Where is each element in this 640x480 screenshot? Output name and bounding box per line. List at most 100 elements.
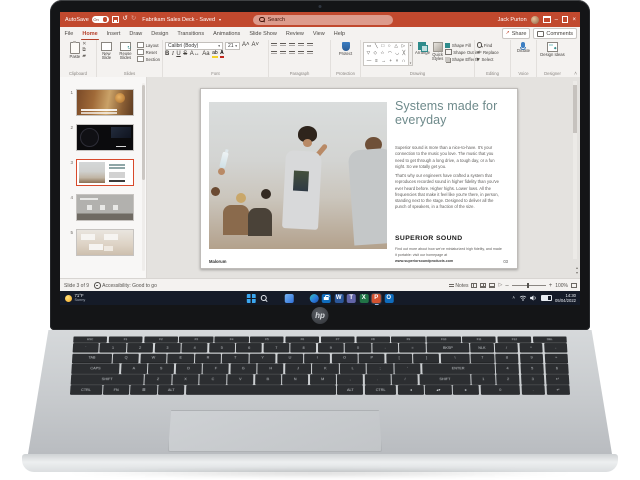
tab-slide-show[interactable]: Slide Show bbox=[245, 27, 282, 40]
edge-icon[interactable] bbox=[309, 294, 318, 303]
copy-icon[interactable]: ⧉ bbox=[82, 48, 86, 53]
decrease-font-icon[interactable]: A˅ bbox=[252, 42, 260, 50]
powerpoint-icon[interactable]: P bbox=[372, 294, 381, 303]
shape-glyph[interactable]: ▷ bbox=[402, 44, 406, 49]
slide-body-paragraph-2[interactable]: That's why our engineers have crafted a … bbox=[395, 173, 503, 211]
store-icon[interactable] bbox=[322, 294, 331, 303]
vertical-scrollbar[interactable] bbox=[573, 81, 577, 259]
start-icon[interactable] bbox=[247, 294, 256, 303]
character-spacing-icon[interactable]: A↔ bbox=[190, 51, 200, 57]
task-view-icon[interactable] bbox=[272, 294, 281, 303]
slide-title[interactable]: Systems made for everyday bbox=[395, 99, 503, 127]
shape-glyph[interactable]: ▭ bbox=[367, 44, 371, 49]
shape-glyph[interactable]: □ bbox=[381, 44, 384, 49]
shape-glyph[interactable]: ◠ bbox=[388, 51, 392, 56]
format-painter-icon[interactable]: ▰ bbox=[82, 54, 86, 59]
shape-glyph[interactable]: ◇ bbox=[374, 51, 378, 56]
zoom-out-button[interactable]: – bbox=[505, 283, 508, 289]
undo-icon[interactable]: ↺ bbox=[122, 16, 127, 23]
tab-insert[interactable]: Insert bbox=[102, 27, 125, 40]
title-chevron-icon[interactable]: ▾ bbox=[219, 17, 221, 22]
italic-button[interactable]: I bbox=[172, 51, 174, 57]
strikethrough-button[interactable]: S bbox=[183, 51, 187, 57]
battery-icon[interactable] bbox=[541, 295, 552, 301]
shape-glyph[interactable]: ≡ bbox=[375, 59, 378, 64]
tab-view[interactable]: View bbox=[308, 27, 329, 40]
arrange-button[interactable]: Arrange bbox=[415, 42, 430, 55]
accessibility-checker[interactable]: Accessibility: Good to go bbox=[94, 282, 157, 289]
prev-next-slide-buttons[interactable]: ▴▾ bbox=[576, 266, 578, 276]
slide-thumbnail-3[interactable] bbox=[76, 159, 134, 186]
slide-thumbnail-5[interactable] bbox=[76, 229, 134, 256]
shape-glyph[interactable]: ▽ bbox=[367, 51, 371, 56]
notes-button[interactable]: Notes bbox=[449, 283, 469, 289]
increase-font-icon[interactable]: A˄ bbox=[242, 42, 250, 50]
shape-glyph[interactable]: ○ bbox=[388, 44, 391, 49]
zoom-slider[interactable] bbox=[512, 285, 546, 286]
file-explorer-icon[interactable] bbox=[297, 294, 306, 303]
decrease-indent-icon[interactable] bbox=[289, 43, 295, 48]
shape-gallery-scrollbar[interactable]: ▴▾ bbox=[409, 42, 413, 66]
shape-glyph[interactable]: × bbox=[396, 59, 399, 64]
cut-icon[interactable]: ✕ bbox=[82, 42, 86, 47]
minimize-button[interactable]: – bbox=[555, 17, 558, 23]
autosave-toggle[interactable]: On bbox=[92, 16, 109, 23]
font-color-button[interactable]: A bbox=[220, 51, 224, 58]
tab-file[interactable]: File bbox=[60, 27, 78, 40]
slideshow-view-icon[interactable]: ▷ bbox=[498, 283, 502, 288]
design-ideas-button[interactable]: Design Ideas bbox=[540, 42, 564, 57]
word-icon[interactable]: W bbox=[334, 294, 343, 303]
layout-button[interactable]: Layout bbox=[137, 42, 160, 49]
slide-body-paragraph-1[interactable]: Superior sound is more than a nice-to-ha… bbox=[395, 145, 503, 170]
search-icon[interactable] bbox=[259, 294, 268, 303]
reuse-slides-button[interactable]: Reuse Slides bbox=[116, 42, 135, 61]
justify-icon[interactable] bbox=[298, 51, 304, 56]
shape-glyph[interactable]: ╲ bbox=[375, 44, 378, 49]
bold-button[interactable]: B bbox=[165, 51, 169, 57]
shape-glyph[interactable]: ◡ bbox=[395, 51, 399, 56]
slide-thumbnail-1[interactable] bbox=[76, 89, 134, 116]
zoom-slider-knob[interactable] bbox=[527, 283, 529, 288]
reading-view-icon[interactable] bbox=[489, 283, 495, 288]
normal-view-icon[interactable] bbox=[471, 283, 477, 288]
increase-indent-icon[interactable] bbox=[298, 43, 304, 48]
change-case-icon[interactable]: Aa bbox=[202, 51, 209, 57]
tab-home[interactable]: Home bbox=[78, 27, 102, 40]
select-button[interactable]: Select bbox=[477, 56, 508, 63]
slide-fine-print[interactable]: Find out more about how we've miniaturiz… bbox=[395, 247, 503, 264]
comments-button[interactable]: Comments bbox=[533, 28, 577, 39]
search-input[interactable]: Search bbox=[253, 15, 393, 25]
tab-animations[interactable]: Animations bbox=[209, 27, 245, 40]
zoom-level[interactable]: 100% bbox=[555, 283, 568, 289]
avatar[interactable] bbox=[531, 16, 539, 24]
align-center-icon[interactable] bbox=[280, 51, 286, 56]
shape-glyph[interactable]: → bbox=[381, 59, 386, 64]
paste-button[interactable]: Paste bbox=[70, 42, 81, 59]
bullets-icon[interactable] bbox=[271, 43, 277, 48]
quick-styles-button[interactable]: Quick Styles bbox=[432, 42, 443, 62]
hidden-icons-chevron[interactable]: ˄ bbox=[512, 296, 515, 301]
weather-widget[interactable]: 71°F Sunny bbox=[65, 291, 85, 305]
panel-scrollbar[interactable] bbox=[142, 83, 145, 271]
slide-sorter-view-icon[interactable] bbox=[480, 283, 486, 288]
close-button[interactable]: × bbox=[572, 17, 576, 23]
ribbon-display-options-icon[interactable] bbox=[543, 16, 551, 23]
outlook-icon[interactable]: O bbox=[384, 294, 393, 303]
line-spacing-icon[interactable] bbox=[307, 43, 313, 48]
tab-transitions[interactable]: Transitions bbox=[173, 27, 209, 40]
tab-draw[interactable]: Draw bbox=[125, 27, 147, 40]
shape-glyph[interactable]: ╳ bbox=[403, 51, 406, 56]
wifi-icon[interactable] bbox=[519, 295, 527, 301]
tab-design[interactable]: Design bbox=[147, 27, 173, 40]
underline-button[interactable]: U bbox=[176, 51, 180, 57]
new-slide-button[interactable]: New Slide bbox=[99, 42, 114, 61]
zoom-in-button[interactable]: + bbox=[549, 283, 553, 289]
section-button[interactable]: Section bbox=[137, 56, 160, 63]
protect-button[interactable]: Protect bbox=[339, 42, 352, 56]
share-button[interactable]: ↗ Share bbox=[502, 28, 531, 39]
teams-icon[interactable]: T bbox=[347, 294, 356, 303]
shape-glyph[interactable]: — bbox=[367, 59, 372, 64]
widgets-icon[interactable] bbox=[284, 294, 293, 303]
excel-icon[interactable]: X bbox=[359, 294, 368, 303]
highlight-color-button[interactable]: ab bbox=[212, 51, 218, 58]
